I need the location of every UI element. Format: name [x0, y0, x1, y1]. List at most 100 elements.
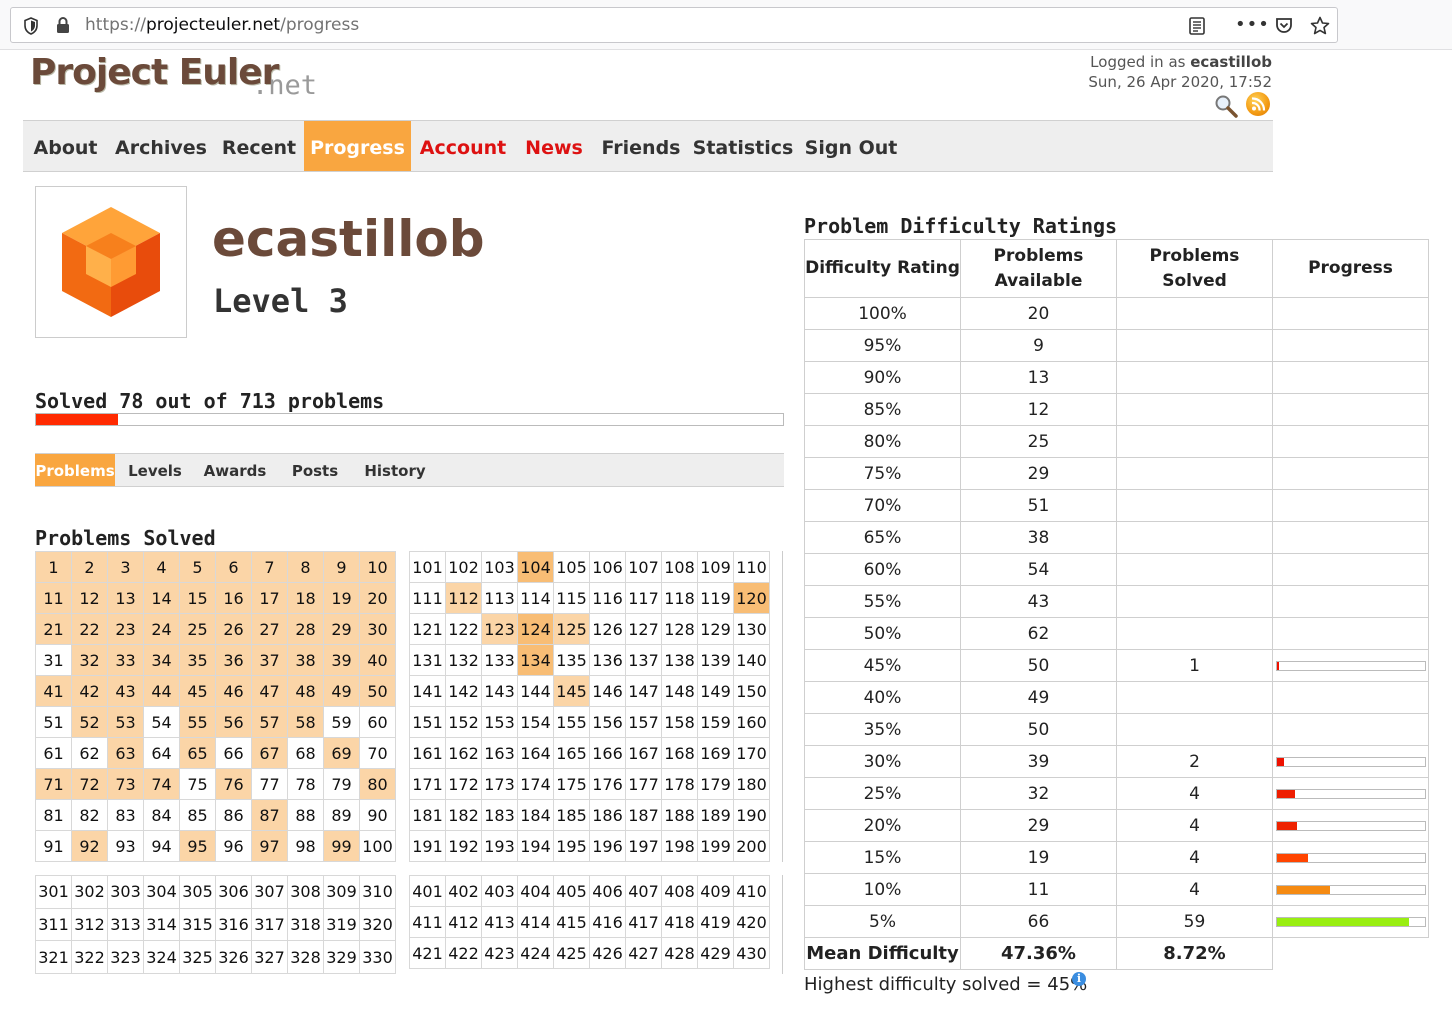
problem-cell[interactable]: 170	[733, 737, 770, 769]
problem-cell[interactable]: 26	[215, 613, 252, 645]
problem-cell[interactable]: 183	[481, 799, 518, 831]
problem-cell[interactable]: 316	[215, 907, 252, 942]
problem-cell[interactable]: 59	[323, 706, 360, 738]
problem-cell[interactable]: 164	[517, 737, 554, 769]
problem-cell[interactable]: 63	[107, 737, 144, 769]
problem-cell[interactable]: 425	[553, 937, 590, 969]
problem-cell[interactable]: 408	[661, 875, 698, 907]
problem-cell[interactable]: 6	[215, 551, 252, 583]
problem-cell[interactable]: 424	[517, 937, 554, 969]
problem-cell[interactable]: 417	[625, 906, 662, 938]
problem-cell[interactable]: 87	[251, 799, 288, 831]
problem-cell[interactable]: 74	[143, 768, 180, 800]
problem-cell[interactable]: 123	[481, 613, 518, 645]
problem-cell[interactable]: 102	[445, 551, 482, 583]
problem-cell[interactable]: 188	[661, 799, 698, 831]
problem-cell[interactable]: 105	[553, 551, 590, 583]
problem-cell[interactable]: 149	[697, 675, 734, 707]
problem-cell[interactable]: 116	[589, 582, 626, 614]
problem-cell[interactable]: 313	[107, 907, 144, 942]
problem-cell[interactable]: 70	[359, 737, 396, 769]
problem-cell[interactable]: 187	[625, 799, 662, 831]
problem-cell[interactable]: 423	[481, 937, 518, 969]
problem-cell[interactable]: 162	[445, 737, 482, 769]
problem-cell[interactable]: 169	[697, 737, 734, 769]
problem-cell[interactable]: 405	[553, 875, 590, 907]
problem-cell[interactable]: 44	[143, 675, 180, 707]
problem-cell[interactable]: 5	[179, 551, 216, 583]
problem-cell[interactable]: 130	[733, 613, 770, 645]
problem-cell[interactable]: 4	[143, 551, 180, 583]
problem-cell[interactable]: 426	[589, 937, 626, 969]
problem-cell[interactable]: 303	[107, 875, 144, 909]
problem-cell[interactable]: 318	[287, 907, 324, 942]
problem-cell[interactable]: 3	[107, 551, 144, 583]
problem-cell[interactable]: 25	[179, 613, 216, 645]
problem-cell[interactable]: 151	[409, 706, 446, 738]
problem-cell[interactable]: 39	[323, 644, 360, 676]
problem-cell[interactable]: 131	[409, 644, 446, 676]
problem-cell[interactable]: 52	[71, 706, 108, 738]
problem-cell[interactable]: 50	[359, 675, 396, 707]
problem-cell[interactable]: 418	[661, 906, 698, 938]
nav-item-progress[interactable]: Progress	[304, 121, 411, 171]
problem-cell[interactable]: 27	[251, 613, 288, 645]
problem-cell[interactable]: 329	[323, 940, 360, 974]
problem-cell[interactable]: 34	[143, 644, 180, 676]
problem-cell[interactable]: 136	[589, 644, 626, 676]
problem-cell[interactable]: 186	[589, 799, 626, 831]
url-text[interactable]: https://projecteuler.net/progress	[85, 8, 359, 42]
problem-cell[interactable]: 415	[553, 906, 590, 938]
problem-cell[interactable]: 16	[215, 582, 252, 614]
nav-item-account[interactable]: Account	[411, 121, 515, 171]
problem-cell[interactable]: 196	[589, 830, 626, 862]
problem-cell[interactable]: 37	[251, 644, 288, 676]
problem-cell[interactable]: 23	[107, 613, 144, 645]
problem-cell[interactable]: 83	[107, 799, 144, 831]
problem-cell[interactable]: 198	[661, 830, 698, 862]
problem-cell[interactable]: 60	[359, 706, 396, 738]
problem-cell[interactable]: 147	[625, 675, 662, 707]
problem-cell[interactable]: 174	[517, 768, 554, 800]
problem-cell[interactable]: 94	[143, 830, 180, 862]
problem-cell[interactable]: 133	[481, 644, 518, 676]
problem-cell[interactable]: 33	[107, 644, 144, 676]
problem-cell[interactable]: 22	[71, 613, 108, 645]
problem-cell[interactable]: 68	[287, 737, 324, 769]
problem-cell[interactable]: 84	[143, 799, 180, 831]
problem-cell[interactable]: 36	[215, 644, 252, 676]
problem-cell[interactable]: 141	[409, 675, 446, 707]
shield-icon[interactable]	[19, 8, 43, 42]
problem-cell[interactable]: 152	[445, 706, 482, 738]
problem-cell[interactable]: 179	[697, 768, 734, 800]
problem-cell[interactable]: 156	[589, 706, 626, 738]
problem-cell[interactable]: 319	[323, 907, 360, 942]
problem-cell[interactable]: 110	[733, 551, 770, 583]
problem-cell[interactable]: 77	[251, 768, 288, 800]
problem-cell[interactable]: 55	[179, 706, 216, 738]
problem-cell[interactable]: 104	[517, 551, 554, 583]
problem-cell[interactable]: 106	[589, 551, 626, 583]
problem-cell[interactable]: 414	[517, 906, 554, 938]
problem-cell[interactable]: 14	[143, 582, 180, 614]
problem-cell[interactable]: 315	[179, 907, 216, 942]
problem-cell[interactable]: 17	[251, 582, 288, 614]
problem-cell[interactable]: 119	[697, 582, 734, 614]
problem-cell[interactable]: 428	[661, 937, 698, 969]
problem-cell[interactable]: 38	[287, 644, 324, 676]
problem-cell[interactable]: 128	[661, 613, 698, 645]
problem-cell[interactable]: 409	[697, 875, 734, 907]
problem-cell[interactable]: 99	[323, 830, 360, 862]
problem-cell[interactable]: 85	[179, 799, 216, 831]
site-logo[interactable]: Project Euler .net	[30, 50, 350, 110]
problem-cell[interactable]: 167	[625, 737, 662, 769]
tab-problems[interactable]: Problems	[35, 454, 115, 486]
problem-cell[interactable]: 416	[589, 906, 626, 938]
reader-view-icon[interactable]	[1185, 8, 1209, 42]
problem-cell[interactable]: 194	[517, 830, 554, 862]
problem-cell[interactable]: 172	[445, 768, 482, 800]
problem-cell[interactable]: 89	[323, 799, 360, 831]
lock-icon[interactable]	[51, 8, 75, 42]
problem-cell[interactable]: 46	[215, 675, 252, 707]
problem-cell[interactable]: 137	[625, 644, 662, 676]
